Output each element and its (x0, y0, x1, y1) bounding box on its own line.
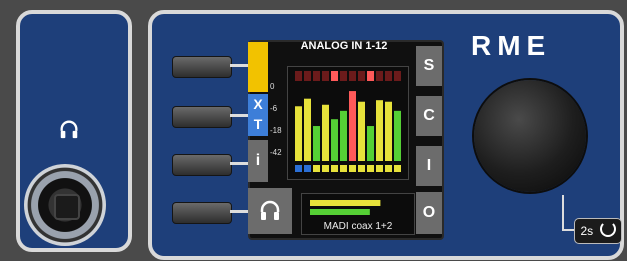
screen-title: ANALOG IN 1-12 (300, 40, 388, 52)
channel-indicator (295, 165, 302, 172)
clip-led (340, 71, 347, 81)
channel-indicator (349, 165, 356, 172)
clip-led (385, 71, 392, 81)
clip-led (349, 71, 356, 81)
tab-x-label: X (253, 96, 263, 112)
clip-led (358, 71, 365, 81)
scale-0: 0 (270, 82, 275, 91)
meter-bar (322, 104, 329, 161)
meter-bar (304, 98, 311, 161)
power-icon (599, 221, 616, 237)
madi-label: MADI coax 1+2 (323, 221, 393, 232)
meter-bar (394, 110, 401, 161)
channel-indicator (340, 165, 347, 172)
tab-i-label: i (255, 152, 261, 169)
meter-bar (376, 100, 383, 161)
channel-indicator (376, 165, 383, 172)
screen-tab-xt[interactable]: X T (248, 94, 268, 136)
clip-led (295, 71, 302, 81)
button-3-leader (230, 162, 248, 165)
button-2-leader (230, 114, 248, 117)
scale-42: -42 (270, 148, 282, 157)
channel-indicator (358, 165, 365, 172)
meter-bar (340, 110, 347, 161)
channel-indicator (304, 165, 311, 172)
brand-logo: RME (471, 30, 552, 61)
power-button[interactable]: 2s (574, 218, 622, 244)
madi-level-bar (310, 200, 381, 206)
scale-18: -18 (270, 126, 282, 135)
channel-indicator (385, 165, 392, 172)
clip-led (394, 71, 401, 81)
screen-tab-info[interactable]: i (248, 140, 268, 182)
clip-led (313, 71, 320, 81)
meter-bar (385, 101, 392, 161)
meter-bar (295, 106, 302, 161)
jack-socket (54, 194, 80, 220)
clip-led (322, 71, 329, 81)
button-4-leader (230, 210, 248, 213)
screen-tab-headphones[interactable] (248, 188, 292, 234)
channel-indicator (322, 165, 329, 172)
channel-indicator (394, 165, 401, 172)
screen-tab-yellow[interactable] (248, 42, 268, 92)
clip-led (376, 71, 383, 81)
clip-led (367, 71, 374, 81)
madi-graphic (310, 200, 381, 215)
channel-indicator (313, 165, 320, 172)
button-1-leader (230, 64, 248, 67)
headphone-jack[interactable] (24, 164, 106, 246)
headphones-icon (60, 120, 78, 139)
headphones-icon (260, 200, 280, 220)
main-knob[interactable] (474, 80, 586, 192)
channel-indicator (331, 165, 338, 172)
meter-graphic (295, 71, 401, 172)
button-3[interactable] (172, 154, 232, 176)
madi-level-bar (310, 209, 370, 215)
meter-bar (331, 119, 338, 161)
scale-6: -6 (270, 104, 278, 113)
clip-led (304, 71, 311, 81)
meter-bar (367, 126, 374, 161)
screen-tab-o[interactable]: O (416, 192, 442, 234)
channel-indicator (367, 165, 374, 172)
screen-tab-c[interactable]: C (416, 96, 442, 136)
button-2[interactable] (172, 106, 232, 128)
level-meters (287, 66, 409, 180)
tab-t-label: T (253, 116, 263, 132)
meter-bar (349, 91, 356, 161)
button-4[interactable] (172, 202, 232, 224)
power-hold-label: 2s (580, 224, 594, 238)
screen-tab-i[interactable]: I (416, 146, 442, 186)
meter-bar (313, 126, 320, 161)
screen-tab-s[interactable]: S (416, 46, 442, 86)
button-1[interactable] (172, 56, 232, 78)
clip-led (331, 71, 338, 81)
meter-bar (358, 101, 365, 161)
madi-meter: MADI coax 1+2 (301, 193, 415, 235)
